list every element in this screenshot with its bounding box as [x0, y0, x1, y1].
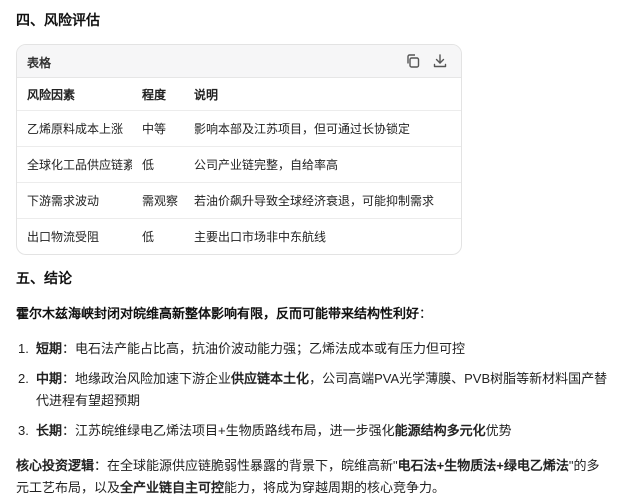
- list-colon: ：: [62, 371, 76, 386]
- download-icon[interactable]: [431, 52, 449, 70]
- core-bold-1: 电石法+生物质法+绿电乙烯法: [397, 458, 569, 473]
- risk-table-card: 表格 风险因素 程度 说明 乙烯原料成本上涨 中等 影响本部及江苏项目，但可通过…: [16, 44, 462, 255]
- list-number: 1.: [18, 341, 29, 356]
- cell-risk-factor: 全球化工品供应链紊乱: [17, 146, 132, 183]
- core-colon: ：: [94, 458, 108, 473]
- list-term: 中期: [36, 371, 63, 386]
- list-item-long-term: 3. 长期：江苏皖维绿电乙烯法项目+生物质路线布局，进一步强化能源结构多元化优势: [18, 420, 608, 442]
- list-colon: ：: [62, 341, 76, 356]
- table-row: 全球化工品供应链紊乱 低 公司产业链完整，自给率高: [17, 146, 461, 183]
- section-title-risk: 四、风险评估: [16, 12, 100, 28]
- table-row: 下游需求波动 需观察 若油价飙升导致全球经济衰退，可能抑制需求: [17, 182, 461, 219]
- list-term: 短期: [36, 341, 63, 356]
- list-item-mid-term: 2. 中期：地缘政治风险加速下游企业供应链本土化，公司高端PVA光学薄膜、PVB…: [18, 368, 608, 412]
- list-text-bold: 供应链本土化: [231, 371, 310, 386]
- cell-degree: 中等: [132, 110, 184, 147]
- core-text-3: 能力，将成为穿越周期的核心竞争力。: [224, 480, 446, 495]
- conclusion-lead-bold: 霍尔木兹海峡封闭对皖维高新整体影响有限，反而可能带来结构性利好: [16, 306, 420, 321]
- table-row: 乙烯原料成本上涨 中等 影响本部及江苏项目，但可通过长协锁定: [17, 110, 461, 147]
- list-text-post: 优势: [485, 423, 512, 438]
- core-label: 核心投资逻辑: [16, 458, 95, 473]
- list-number: 2.: [18, 371, 29, 386]
- table-row: 出口物流受阻 低 主要出口市场非中东航线: [17, 219, 461, 255]
- cell-explanation: 若油价飙升导致全球经济衰退，可能抑制需求: [184, 182, 461, 219]
- cell-explanation: 影响本部及江苏项目，但可通过长协锁定: [184, 110, 461, 147]
- core-investment-logic: 核心投资逻辑：在全球能源供应链脆弱性暴露的背景下，皖维高新"电石法+生物质法+绿…: [16, 455, 606, 499]
- list-term: 长期: [36, 423, 63, 438]
- core-text-1: 在全球能源供应链脆弱性暴露的背景下，皖维高新": [107, 458, 398, 473]
- header-explanation: 说明: [184, 78, 461, 111]
- cell-risk-factor: 下游需求波动: [17, 182, 132, 219]
- list-number: 3.: [18, 423, 29, 438]
- list-text-pre: 江苏皖维绿电乙烯法项目+生物质路线布局，进一步强化: [75, 423, 395, 438]
- conclusion-list: 1. 短期：电石法产能占比高，抗油价波动能力强；乙烯法成本或有压力但可控 2. …: [18, 338, 608, 442]
- list-colon: ：: [62, 423, 76, 438]
- list-text-bold: 能源结构多元化: [394, 423, 486, 438]
- header-risk-factor: 风险因素: [17, 78, 132, 111]
- cell-risk-factor: 乙烯原料成本上涨: [17, 110, 132, 147]
- table-card-header: 表格: [17, 45, 461, 78]
- list-text-pre: 地缘政治风险加速下游企业: [75, 371, 232, 386]
- header-degree: 程度: [132, 78, 184, 111]
- list-text: 电石法产能占比高，抗油价波动能力强；乙烯法成本或有压力但可控: [75, 341, 466, 356]
- section-title-conclusion: 五、结论: [16, 270, 72, 286]
- risk-table: 风险因素 程度 说明 乙烯原料成本上涨 中等 影响本部及江苏项目，但可通过长协锁…: [17, 78, 461, 254]
- core-bold-2: 全产业链自主可控: [120, 480, 225, 495]
- cell-degree: 低: [132, 146, 184, 183]
- list-item-short-term: 1. 短期：电石法产能占比高，抗油价波动能力强；乙烯法成本或有压力但可控: [18, 338, 608, 360]
- conclusion-lead-colon: ：: [419, 306, 433, 321]
- cell-explanation: 公司产业链完整，自给率高: [184, 146, 461, 183]
- cell-risk-factor: 出口物流受阻: [27, 230, 100, 244]
- conclusion-lead: 霍尔木兹海峡封闭对皖维高新整体影响有限，反而可能带来结构性利好：: [16, 303, 432, 322]
- copy-icon[interactable]: [404, 52, 422, 70]
- cell-degree: 需观察: [132, 182, 184, 219]
- cell-degree: 低: [142, 230, 155, 244]
- cell-explanation: 主要出口市场非中东航线: [194, 230, 327, 244]
- table-card-label: 表格: [27, 56, 52, 70]
- table-header-row: 风险因素 程度 说明: [17, 78, 461, 111]
